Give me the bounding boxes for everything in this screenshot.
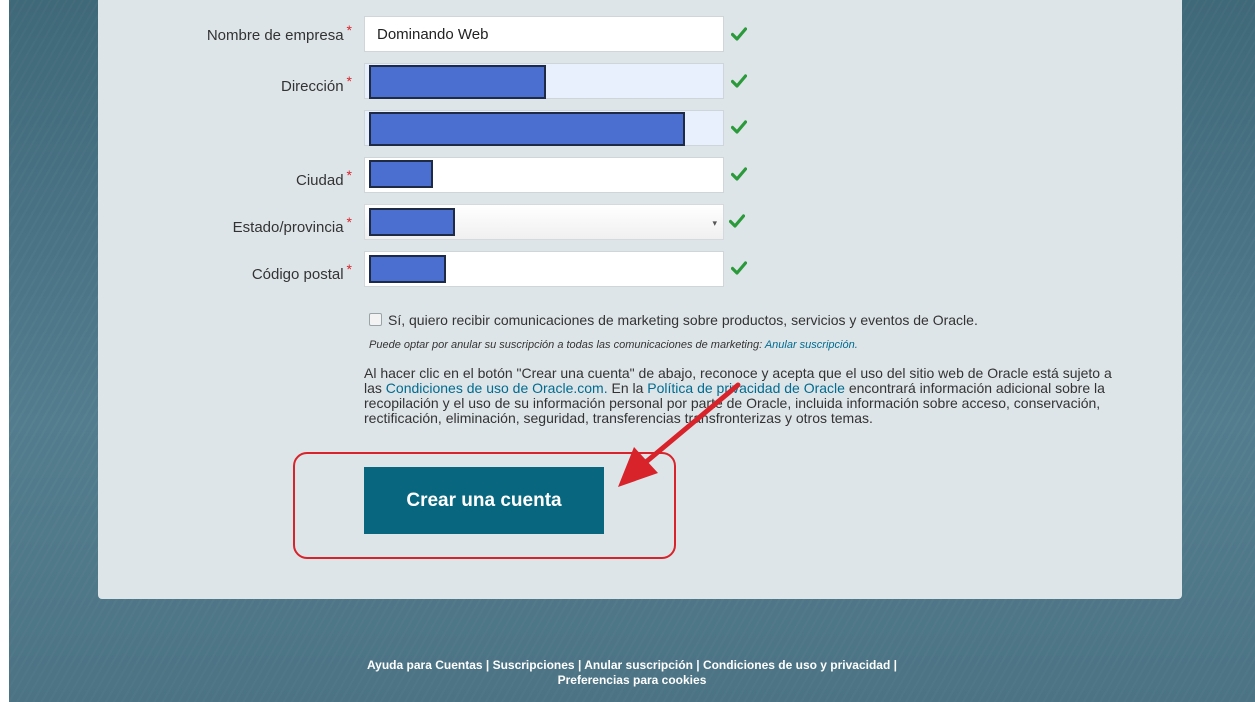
check-icon [731, 120, 747, 134]
marketing-optin-label: Sí, quiero recibir comunicaciones de mar… [388, 312, 978, 328]
unsubscribe-note-text: Puede optar por anular su suscripción a … [369, 339, 763, 351]
unsubscribe-link[interactable]: Anular suscripción. [765, 339, 858, 351]
address-line2-field[interactable] [364, 110, 724, 146]
redaction-block [369, 255, 446, 283]
state-select[interactable]: ▾ [364, 204, 724, 240]
redaction-block [369, 208, 455, 236]
redaction-block [369, 65, 546, 99]
terms-of-use-link[interactable]: Condiciones de uso de Oracle.com. [386, 380, 608, 396]
redaction-block [369, 160, 433, 188]
address-label: Dirección * [281, 73, 352, 95]
footer-separator: | [692, 658, 703, 672]
company-field[interactable] [364, 16, 724, 52]
redaction-block [369, 112, 685, 146]
check-icon [731, 27, 747, 41]
footer-separator: | [482, 658, 493, 672]
footer-separator: | [890, 658, 898, 672]
company-label: Nombre de empresa * [206, 22, 352, 44]
postal-code-field[interactable] [364, 251, 724, 287]
annotation-arrow-icon [618, 382, 741, 487]
city-field[interactable] [364, 157, 724, 193]
footer-link-unsubscribe[interactable]: Anular suscripción [584, 658, 693, 672]
marketing-checkbox[interactable] [369, 313, 382, 326]
check-icon [731, 167, 747, 181]
required-mark: * [346, 73, 352, 89]
required-mark: * [346, 261, 352, 277]
check-icon [731, 261, 747, 275]
footer-link-terms-privacy[interactable]: Condiciones de uso y privacidad [703, 658, 890, 672]
footer: Ayuda para Cuentas | Suscripciones | Anu… [9, 658, 1255, 688]
required-mark: * [346, 22, 352, 38]
address-line1-field[interactable] [364, 63, 724, 99]
chevron-down-icon: ▾ [712, 218, 717, 228]
company-input[interactable] [365, 17, 723, 51]
unsubscribe-note: Puede optar por anular su suscripción a … [369, 339, 858, 351]
footer-link-subscriptions[interactable]: Suscripciones [493, 658, 575, 672]
city-label: Ciudad * [296, 167, 352, 189]
footer-separator: | [574, 658, 585, 672]
marketing-optin[interactable]: Sí, quiero recibir comunicaciones de mar… [369, 312, 978, 328]
check-icon [729, 214, 745, 228]
required-mark: * [346, 214, 352, 230]
postal-code-label: Código postal * [251, 261, 352, 283]
state-label: Estado/provincia * [232, 214, 352, 236]
required-mark: * [346, 167, 352, 183]
footer-link-cookie-preferences[interactable]: Preferencias para cookies [558, 673, 707, 687]
footer-link-account-help[interactable]: Ayuda para Cuentas [367, 658, 483, 672]
check-icon [731, 74, 747, 88]
